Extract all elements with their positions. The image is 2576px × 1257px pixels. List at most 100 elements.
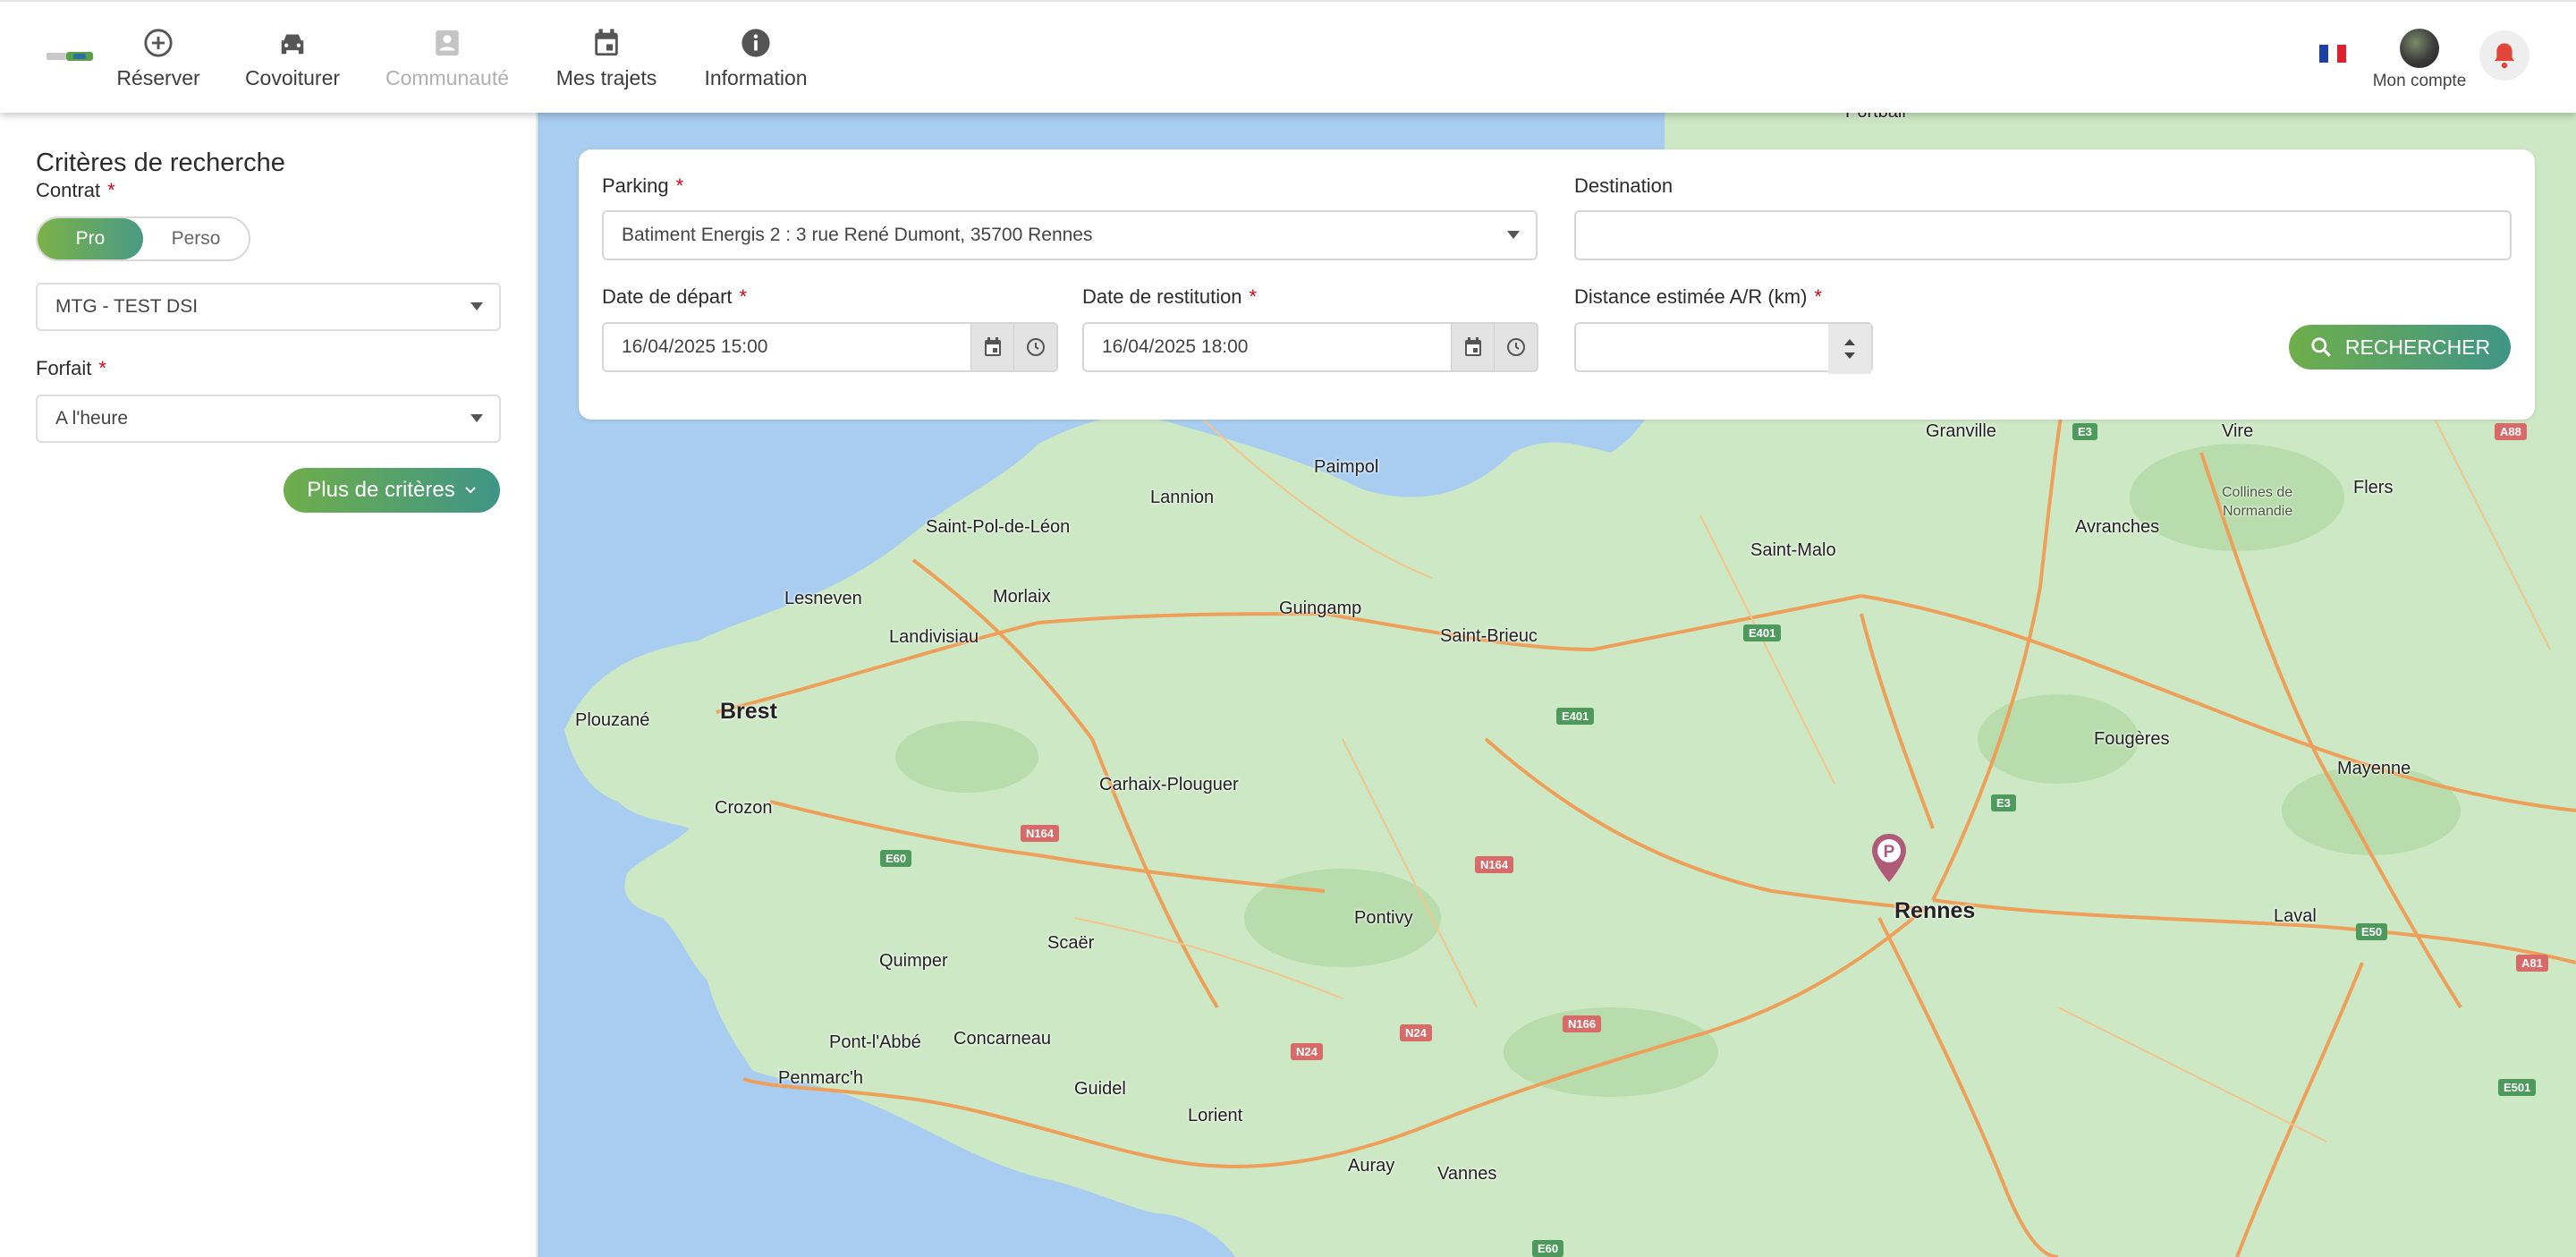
top-navbar: Réserver Covoiturer Communauté Mes traje… — [0, 0, 2576, 113]
required-marker: * — [675, 174, 684, 197]
map-city-label: Carhaix-Plouguer — [1099, 775, 1239, 794]
map-city-label: Pont-l'Abbé — [829, 1032, 921, 1052]
map-city-label: Saint-Brieuc — [1440, 626, 1538, 646]
map-city-label: Brest — [720, 699, 777, 724]
car-icon — [275, 25, 310, 61]
contract-select[interactable]: MTG - TEST DSI — [36, 283, 501, 331]
return-value[interactable]: 16/04/2025 18:00 — [1084, 324, 1451, 370]
map-city-label: Pontivy — [1354, 908, 1413, 928]
distance-input[interactable] — [1574, 322, 1873, 374]
forfait-label-text: Forfait — [36, 357, 92, 379]
map-city-label: Laval — [2274, 906, 2317, 926]
map-city-label: Quimper — [879, 951, 948, 971]
nav-reserver[interactable]: Réserver — [116, 25, 200, 93]
map-city-label: Guidel — [1074, 1079, 1126, 1099]
parking-marker-icon[interactable]: P — [1869, 832, 1909, 886]
contract-label-text: Contrat — [36, 179, 101, 201]
map-city-label: Lorient — [1188, 1106, 1243, 1125]
road-shield: E3 — [1991, 794, 2016, 811]
calendar-button[interactable] — [1451, 324, 1494, 370]
community-badge-icon — [429, 25, 465, 61]
clock-button[interactable] — [1494, 324, 1537, 370]
map-city-label: Avranches — [2075, 517, 2160, 537]
calendar-button[interactable] — [970, 324, 1013, 370]
dropdown-caret-icon — [470, 414, 483, 422]
calendar-icon — [589, 25, 624, 61]
bell-icon — [2494, 43, 2515, 69]
map-region-label: Collines de — [2222, 485, 2293, 500]
departure-value[interactable]: 16/04/2025 15:00 — [604, 324, 970, 370]
nav-communaute: Communauté — [385, 25, 510, 93]
more-criteria-button[interactable]: Plus de critères — [284, 468, 500, 513]
clock-button[interactable] — [1013, 324, 1056, 370]
chevron-down-icon — [464, 487, 476, 494]
distance-stepper[interactable] — [1828, 324, 1871, 374]
distance-label: Distance estimée A/R (km) * — [1574, 285, 1822, 309]
map-city-label: Saint-Malo — [1750, 540, 1836, 560]
arrow-down-icon[interactable] — [1843, 352, 1856, 361]
contract-option-perso[interactable]: Perso — [143, 218, 249, 259]
road-shield: A88 — [2495, 423, 2527, 440]
road-shield: A81 — [2516, 955, 2548, 972]
nav-label: Covoiturer — [244, 66, 341, 89]
contract-toggle[interactable]: Pro Perso — [36, 217, 250, 261]
brand-logo[interactable] — [47, 48, 97, 64]
nav-covoiturer[interactable]: Covoiturer — [242, 25, 343, 93]
map-city-label: Lannion — [1150, 488, 1215, 507]
required-marker: * — [1249, 285, 1258, 308]
map-city-label: Rennes — [1894, 898, 1976, 923]
departure-datetime-field[interactable]: 16/04/2025 15:00 — [602, 322, 1058, 372]
return-label: Date de restitution * — [1082, 285, 1257, 309]
arrow-up-icon[interactable] — [1843, 337, 1856, 346]
return-datetime-field[interactable]: 16/04/2025 18:00 — [1082, 322, 1538, 372]
search-button-label: RECHERCHER — [2344, 335, 2491, 359]
nav-information[interactable]: Information — [701, 25, 810, 93]
road-shield: E501 — [2498, 1079, 2537, 1096]
road-shield: E401 — [1556, 708, 1595, 725]
account-menu[interactable]: Mon compte — [2366, 29, 2473, 91]
return-label-text: Date de restitution — [1082, 285, 1242, 308]
map-city-label: Penmarc'h — [778, 1068, 863, 1088]
map-city-label: Guingamp — [1279, 599, 1362, 618]
calendar-icon — [984, 337, 1001, 356]
map-city-label: Fougères — [2094, 729, 2170, 749]
road-shield: N24 — [1400, 1024, 1432, 1041]
contract-option-pro[interactable]: Pro — [38, 218, 143, 259]
search-icon — [2311, 337, 2331, 357]
info-icon — [738, 25, 774, 61]
parking-select-value: Batiment Energis 2 : 3 rue René Dumont, … — [622, 225, 1093, 245]
more-criteria-label: Plus de critères — [307, 478, 455, 502]
parking-label-text: Parking — [602, 174, 669, 197]
map-city-label: Saint-Pol-de-Léon — [926, 517, 1071, 537]
map-city-label: Mayenne — [2337, 759, 2411, 778]
map-city-label: Paimpol — [1314, 457, 1379, 477]
forfait-label: Forfait * — [36, 357, 106, 380]
destination-label: Destination — [1574, 174, 1674, 197]
required-marker: * — [1814, 285, 1822, 308]
nav-mes-trajets[interactable]: Mes trajets — [555, 25, 658, 93]
dropdown-caret-icon — [1507, 231, 1520, 239]
required-marker: * — [739, 285, 748, 308]
map-city-label: Vire — [2222, 421, 2254, 441]
search-button[interactable]: RECHERCHER — [2289, 325, 2511, 369]
departure-label-text: Date de départ — [602, 285, 733, 308]
parking-select[interactable]: Batiment Energis 2 : 3 rue René Dumont, … — [602, 210, 1538, 260]
nav-label: Mes trajets — [555, 66, 657, 89]
map-city-label: Scaër — [1047, 933, 1095, 953]
clock-icon — [1506, 338, 1525, 356]
notifications-button[interactable] — [2479, 30, 2529, 81]
map-city-label: Portbail — [1845, 113, 1906, 123]
destination-input[interactable] — [1574, 210, 2512, 260]
map-city-label: Vannes — [1437, 1164, 1497, 1184]
road-shield: E60 — [1532, 1240, 1564, 1257]
panel-title: Critères de recherche — [36, 149, 285, 177]
road-shield: N164 — [1475, 856, 1514, 873]
map-city-label: Landivisiau — [889, 627, 979, 647]
forfait-select[interactable]: A l'heure — [36, 395, 501, 443]
map-region-label: Normandie — [2223, 504, 2293, 519]
account-label: Mon compte — [2372, 72, 2467, 90]
map-city-label: Granville — [1926, 421, 1996, 441]
language-flag-icon[interactable] — [2319, 45, 2346, 63]
calendar-icon — [1464, 337, 1481, 356]
nav-label: Réserver — [116, 66, 200, 89]
